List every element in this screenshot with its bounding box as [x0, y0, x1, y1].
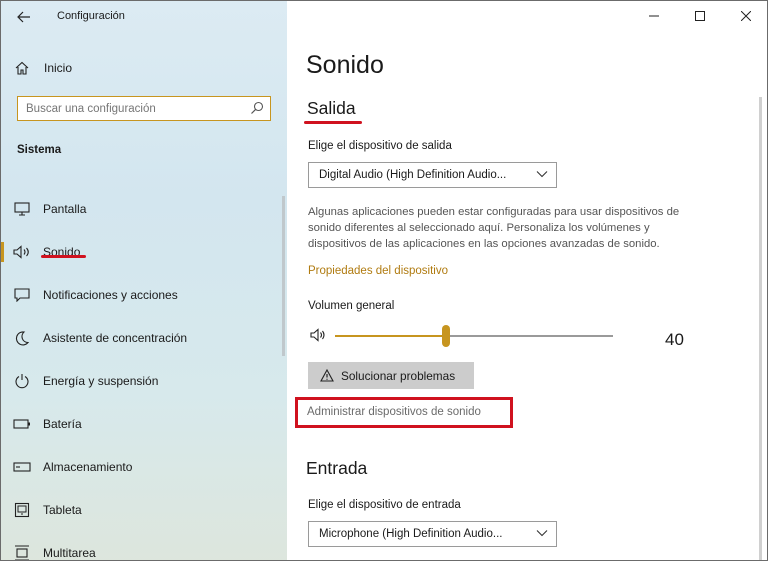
salida-highlight-underline — [304, 121, 362, 124]
chevron-down-icon — [536, 530, 548, 537]
power-icon — [1, 373, 43, 389]
sidebar-item-label: Notificaciones y acciones — [43, 287, 178, 302]
sidebar-item-concentracion[interactable]: Asistente de concentración — [1, 316, 287, 359]
sidebar-item-label: Batería — [43, 416, 82, 431]
maximize-icon — [695, 11, 705, 21]
close-button[interactable] — [723, 1, 767, 31]
sidebar-item-pantalla[interactable]: Pantalla — [1, 187, 287, 230]
sidebar-item-label: Pantalla — [43, 201, 87, 216]
sonido-highlight-underline — [41, 255, 86, 258]
volume-slider[interactable] — [335, 335, 613, 337]
sidebar-item-notificaciones[interactable]: Notificaciones y acciones — [1, 273, 287, 316]
tablet-icon — [1, 502, 43, 518]
sidebar-item-almacenamiento[interactable]: Almacenamiento — [1, 445, 287, 488]
volume-speaker-icon[interactable] — [310, 328, 326, 347]
input-device-label: Elige el dispositivo de entrada — [308, 499, 461, 511]
sidebar-item-label: Almacenamiento — [43, 459, 133, 474]
sidebar-item-bateria[interactable]: Batería — [1, 402, 287, 445]
sidebar-item-label: Tableta — [43, 502, 82, 517]
maximize-button[interactable] — [677, 1, 723, 31]
nav-list: Pantalla Sonido Notificaciones y accione… — [1, 187, 287, 560]
sidebar-item-tableta[interactable]: Tableta — [1, 488, 287, 531]
volume-slider-thumb[interactable] — [442, 325, 451, 347]
input-device-dropdown[interactable]: Microphone (High Definition Audio... — [308, 521, 557, 547]
warning-icon — [320, 369, 334, 382]
output-device-dropdown[interactable]: Digital Audio (High Definition Audio... — [308, 162, 557, 188]
multitask-icon — [1, 544, 43, 560]
troubleshoot-label: Solucionar problemas — [341, 368, 456, 383]
output-device-label: Elige el dispositivo de salida — [308, 140, 452, 152]
monitor-icon — [1, 201, 43, 216]
sidebar-item-label: Energía y suspensión — [43, 373, 159, 388]
storage-icon — [1, 461, 43, 472]
device-properties-link[interactable]: Propiedades del dispositivo — [308, 265, 448, 277]
manage-sound-devices-link[interactable]: Administrar dispositivos de sonido — [307, 406, 481, 418]
sidebar-item-label: Multitarea — [43, 545, 96, 560]
output-heading: Salida — [307, 98, 356, 118]
battery-icon — [1, 418, 43, 429]
troubleshoot-button[interactable]: Solucionar problemas — [308, 362, 474, 389]
window-controls — [631, 1, 767, 33]
sidebar-item-energia[interactable]: Energía y suspensión — [1, 359, 287, 402]
chevron-down-icon — [536, 171, 548, 178]
back-button[interactable] — [9, 5, 39, 29]
app-title: Configuración — [57, 10, 125, 22]
back-arrow-icon — [17, 11, 30, 23]
main-panel: Sonido Salida Elige el dispositivo de sa… — [287, 1, 767, 560]
search-box[interactable] — [17, 96, 271, 121]
nav-home-label: Inicio — [44, 61, 73, 75]
sidebar-item-sonido[interactable]: Sonido — [1, 230, 287, 273]
minimize-button[interactable] — [631, 1, 677, 31]
main-scrollbar[interactable] — [759, 97, 762, 560]
home-icon — [1, 60, 43, 76]
sidebar-item-multitarea[interactable]: Multitarea — [1, 531, 287, 560]
search-input[interactable] — [18, 102, 238, 115]
output-device-value: Digital Audio (High Definition Audio... — [319, 169, 507, 181]
page-title: Sonido — [306, 51, 384, 79]
sidebar-item-label: Asistente de concentración — [43, 330, 188, 345]
sidebar: Configuración Inicio Sistema Pantalla — [1, 1, 287, 560]
volume-value: 40 — [665, 330, 684, 349]
close-icon — [741, 11, 751, 21]
minimize-icon — [649, 15, 659, 17]
section-title: Sistema — [17, 144, 62, 156]
volume-slider-fill — [335, 335, 447, 337]
notification-icon — [1, 287, 43, 302]
output-description: Algunas aplicaciones pueden estar config… — [308, 206, 680, 250]
nav-home[interactable]: Inicio — [1, 53, 287, 83]
search-icon[interactable] — [250, 101, 264, 120]
input-device-value: Microphone (High Definition Audio... — [319, 528, 503, 540]
settings-window: Configuración Inicio Sistema Pantalla — [0, 0, 768, 561]
speaker-icon — [1, 244, 43, 259]
volume-label: Volumen general — [308, 300, 395, 312]
moon-icon — [1, 330, 43, 346]
title-bar: Configuración — [1, 1, 287, 33]
input-heading: Entrada — [306, 458, 368, 478]
